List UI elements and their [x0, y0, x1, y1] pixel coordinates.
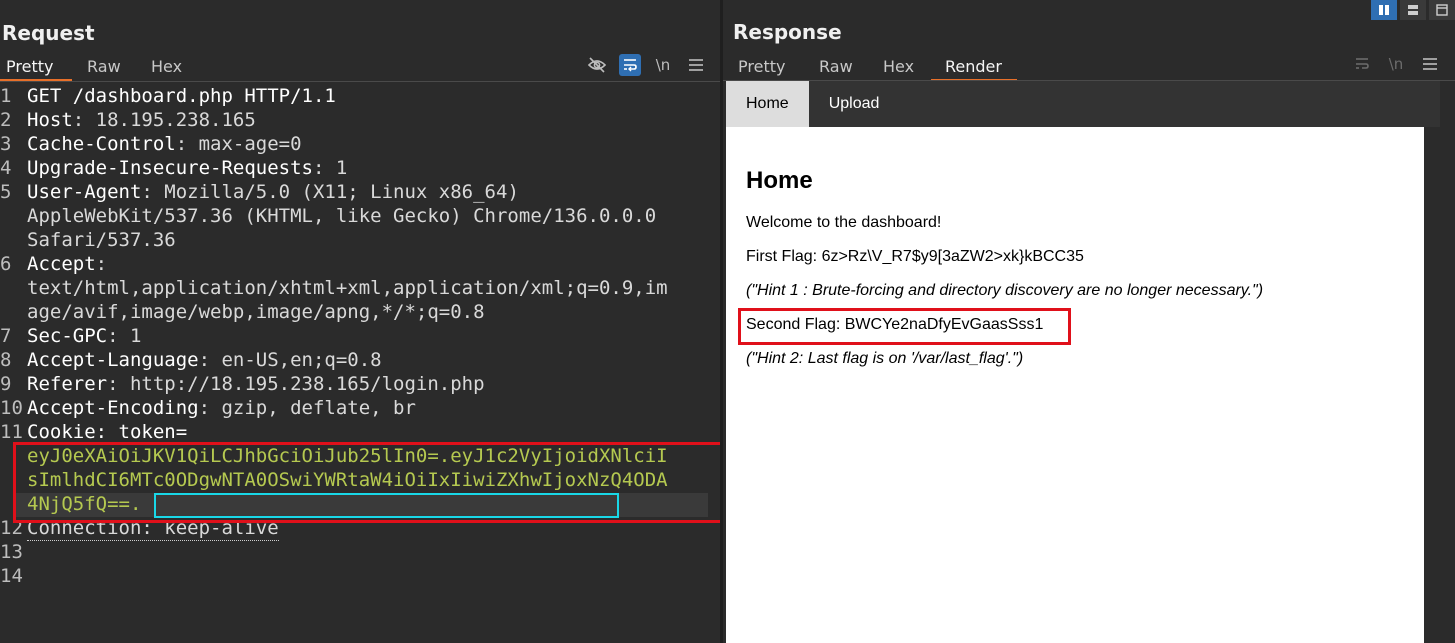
code-line: 6 Accept: [0, 252, 720, 276]
code-line: 4 Upgrade-Insecure-Requests: 1 [0, 156, 720, 180]
code-line: 9 Referer: http://18.195.238.165/login.ph… [0, 372, 720, 396]
header-key: Cookie [27, 421, 96, 443]
line-number: 5 [0, 181, 12, 203]
code-line: 13 [0, 540, 720, 564]
nav-link-upload[interactable]: Upload [809, 81, 900, 127]
line-number: 10 [0, 397, 23, 419]
code-line: AppleWebKit/537.36 (KHTML, like Gecko) C… [0, 204, 720, 228]
line-number: 3 [0, 133, 12, 155]
header-value: : gzip, deflate, br [198, 397, 416, 419]
header-value: : 1 [107, 325, 142, 347]
layout-toggle-group [1368, 0, 1455, 20]
header-key: Accept [27, 253, 96, 275]
response-tab-hex[interactable]: Hex [883, 53, 931, 81]
code-line: 7 Sec-GPC: 1 [0, 324, 720, 348]
request-tab-pretty[interactable]: Pretty [0, 53, 72, 81]
header-value: age/avif,image/webp,image/apng,*/*;q=0.8 [27, 301, 485, 323]
tabbed-layout-icon[interactable] [1429, 0, 1455, 20]
page-heading: Home [746, 167, 813, 194]
request-title: Request [2, 21, 95, 45]
side-by-side-layout-icon[interactable] [1371, 0, 1397, 20]
line-number: 9 [0, 373, 12, 395]
line-number: 1 [0, 85, 12, 107]
line-number: 8 [0, 349, 12, 371]
menu-icon[interactable] [1419, 53, 1441, 75]
request-line: GET /dashboard.php HTTP/1.1 [27, 85, 336, 107]
code-line: 2 Host: 18.195.238.165 [0, 108, 720, 132]
header-key: Cache-Control [27, 133, 176, 155]
newline-toggle-icon[interactable]: \n [1385, 53, 1407, 75]
response-tabs: Pretty Raw Hex Render [738, 53, 1017, 81]
render-scrollbar-gutter[interactable] [1424, 127, 1440, 643]
header-value: text/html,application/xhtml+xml,applicat… [27, 277, 668, 299]
code-line: 8 Accept-Language: en-US,en;q=0.8 [0, 348, 720, 372]
stacked-layout-icon[interactable] [1400, 0, 1426, 20]
first-flag-text: First Flag: 6z>Rz\V_R7$y9[3aZW2>xk}kBCC3… [746, 248, 1084, 265]
rendered-page: Home Upload Home Welcome to the dashboar… [726, 81, 1440, 643]
nav-link-home[interactable]: Home [726, 81, 809, 127]
header-key: Accept-Encoding [27, 397, 199, 419]
code-line: age/avif,image/webp,image/apng,*/*;q=0.8 [0, 300, 720, 324]
request-tabs: Pretty Raw Hex [0, 53, 196, 81]
header-value: : Mozilla/5.0 (X11; Linux x86_64) [141, 181, 519, 203]
hint-2-text: ("Hint 2: Last flag is on '/var/last_fla… [746, 350, 1024, 367]
wrap-icon[interactable] [1351, 53, 1373, 75]
wrap-icon[interactable] [619, 54, 641, 76]
header-value: : [95, 253, 108, 275]
header-value: : 1 [312, 157, 348, 179]
response-pane: Response Pretty Raw Hex Render \n Home U… [723, 0, 1455, 643]
header-key: Referer [27, 373, 108, 395]
header-value: AppleWebKit/537.36 (KHTML, like Gecko) C… [27, 205, 657, 227]
line-number: 14 [0, 565, 23, 587]
header-value: : en-US,en;q=0.8 [198, 349, 382, 371]
hint-1-text: ("Hint 1 : Brute-forcing and directory d… [746, 282, 1264, 299]
header-value: : token= [95, 421, 188, 443]
request-tabs-divider [0, 81, 720, 82]
header-key: Upgrade-Insecure-Requests [27, 157, 313, 179]
second-flag-highlight-box [738, 308, 1071, 345]
code-line: text/html,application/xhtml+xml,applicat… [0, 276, 720, 300]
welcome-text: Welcome to the dashboard! [746, 214, 942, 231]
header-key: Accept-Language [27, 349, 199, 371]
code-line: Safari/537.36 [0, 228, 720, 252]
line-number: 11 [0, 421, 23, 443]
request-tab-raw[interactable]: Raw [72, 53, 136, 81]
request-pane: Request Pretty Raw Hex \n 1 GET /dashboar… [0, 0, 723, 643]
header-value: : http://18.195.238.165/login.php [107, 373, 485, 395]
line-number: 2 [0, 109, 12, 131]
line-number: 4 [0, 157, 12, 179]
header-key: User-Agent [27, 181, 142, 203]
line-number: 7 [0, 325, 12, 347]
menu-icon[interactable] [685, 54, 707, 76]
header-value: Safari/537.36 [27, 229, 176, 251]
code-line: 10 Accept-Encoding: gzip, deflate, br [0, 396, 720, 420]
response-tab-pretty[interactable]: Pretty [738, 53, 819, 81]
response-title: Response [733, 20, 842, 44]
header-value: : max-age=0 [175, 133, 302, 155]
line-number: 6 [0, 253, 12, 275]
code-line: 1 GET /dashboard.php HTTP/1.1 [0, 84, 720, 108]
code-line: 11 Cookie: token= [0, 420, 720, 444]
header-value: : 18.195.238.165 [72, 109, 256, 131]
eye-slash-icon[interactable] [586, 54, 608, 76]
request-tab-hex[interactable]: Hex [136, 53, 196, 81]
response-tab-render[interactable]: Render [931, 53, 1017, 81]
code-line: 5 User-Agent: Mozilla/5.0 (X11; Linux x86… [0, 180, 720, 204]
rendered-navbar: Home Upload [726, 81, 1440, 127]
signature-empty-box [154, 493, 619, 518]
header-key: Host [27, 109, 73, 131]
response-tab-raw[interactable]: Raw [819, 53, 883, 81]
header-key: Sec-GPC [27, 325, 108, 347]
code-line: 3 Cache-Control: max-age=0 [0, 132, 720, 156]
code-line: 14 [0, 564, 720, 588]
line-number: 13 [0, 541, 23, 563]
newline-toggle-icon[interactable]: \n [652, 54, 674, 76]
